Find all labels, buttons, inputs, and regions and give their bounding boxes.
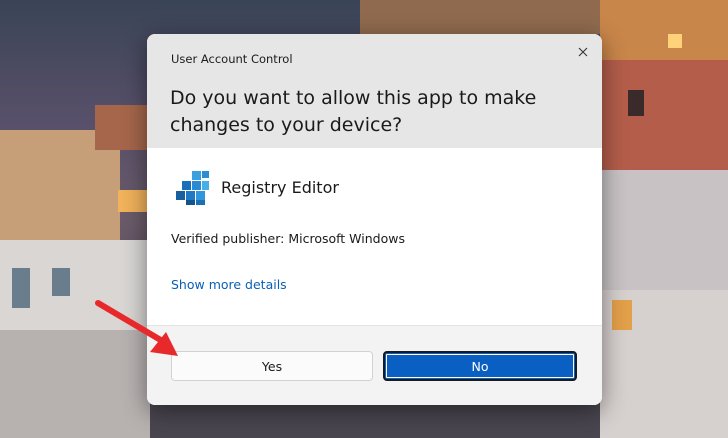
registry-editor-icon [176, 171, 209, 205]
uac-dialog: User Account Control Do you want to allo… [147, 34, 602, 405]
wallpaper-building [150, 400, 600, 438]
wallpaper-building [600, 170, 728, 290]
wallpaper-window [628, 90, 644, 116]
wallpaper-window [612, 300, 632, 330]
wallpaper-window [668, 34, 682, 48]
close-icon [578, 47, 588, 57]
wallpaper-building [360, 0, 600, 34]
show-more-details-link[interactable]: Show more details [171, 277, 287, 292]
no-button[interactable]: No [383, 351, 577, 381]
publisher-text: Verified publisher: Microsoft Windows [171, 231, 405, 246]
wallpaper-window [118, 190, 148, 212]
wallpaper-building [95, 105, 150, 150]
yes-button[interactable]: Yes [171, 351, 373, 381]
wallpaper-building [600, 60, 728, 170]
dialog-caption: User Account Control [171, 52, 293, 66]
wallpaper-window [12, 268, 30, 308]
close-button[interactable] [571, 40, 595, 64]
wallpaper-window [52, 268, 70, 296]
dialog-header: User Account Control Do you want to allo… [147, 34, 602, 148]
wallpaper-building [600, 0, 728, 60]
red-arrow-annotation [95, 300, 178, 356]
dialog-question: Do you want to allow this app to make ch… [170, 87, 537, 136]
app-name: Registry Editor [221, 178, 339, 197]
